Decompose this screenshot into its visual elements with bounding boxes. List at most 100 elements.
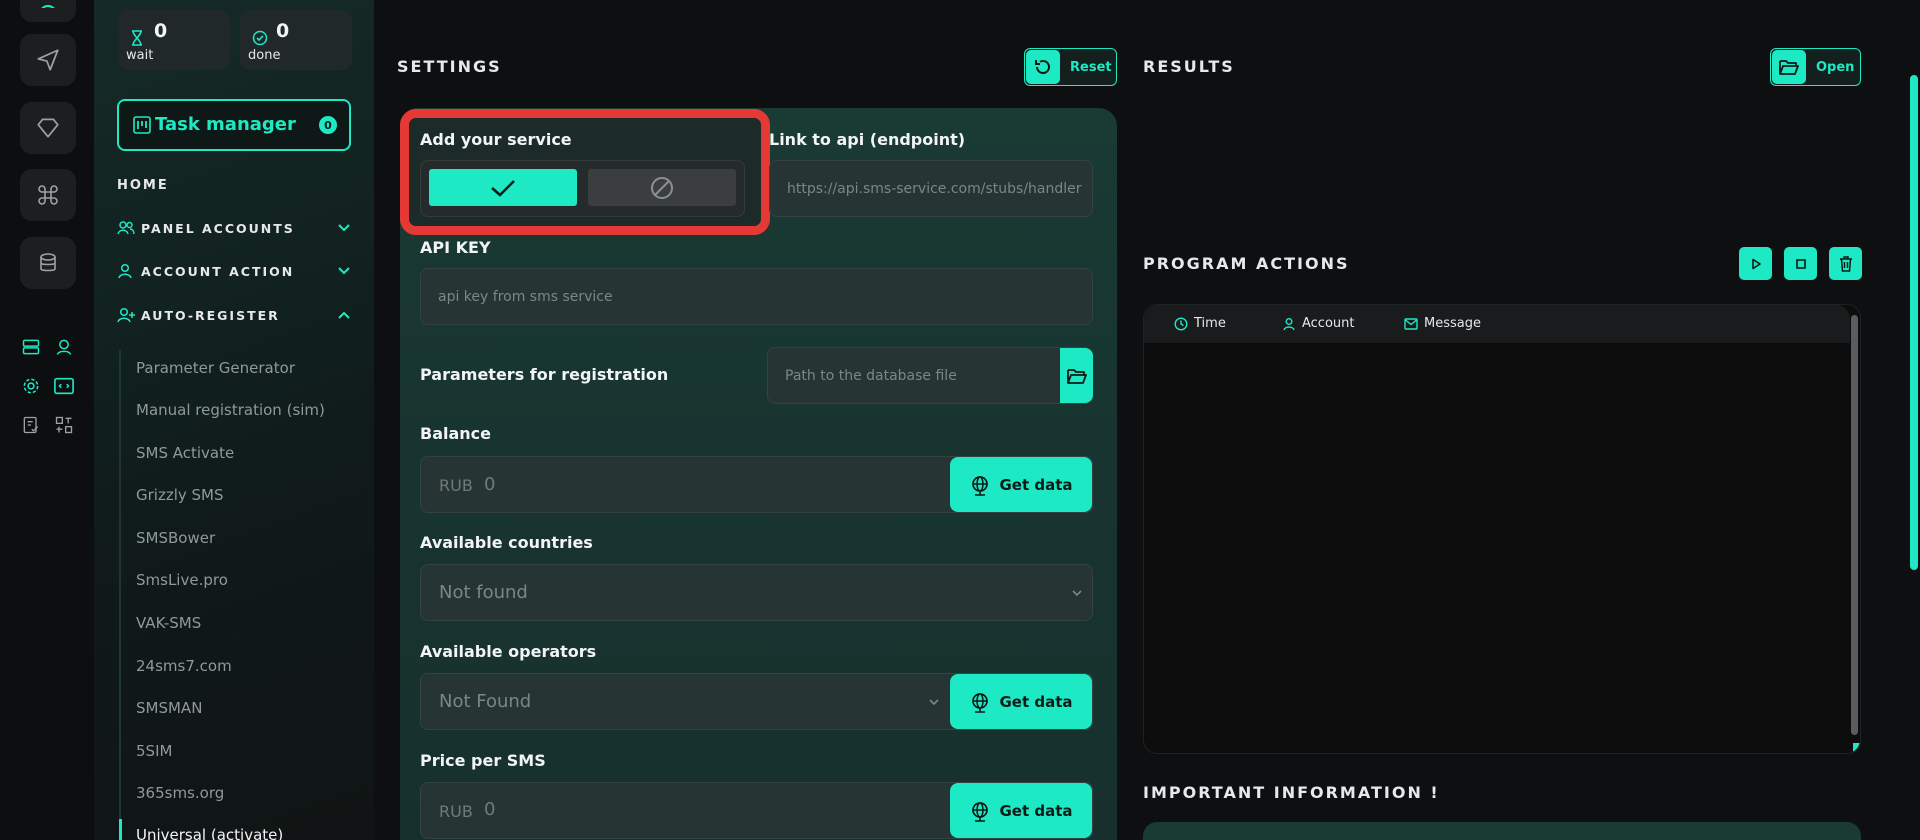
diamond-icon-button[interactable] bbox=[20, 102, 76, 154]
start-button[interactable] bbox=[1739, 247, 1772, 280]
countries-value: Not found bbox=[439, 582, 528, 603]
program-actions-title: PROGRAM ACTIONS bbox=[1143, 254, 1350, 273]
countries-label: Available countries bbox=[420, 533, 593, 552]
operators-label: Available operators bbox=[420, 642, 597, 661]
params-label: Parameters for registration bbox=[420, 365, 669, 384]
nav-panel-accounts[interactable]: PANEL ACCOUNTS bbox=[117, 219, 351, 239]
nav-item-smsman[interactable]: SMSMAN bbox=[136, 699, 202, 717]
sidebar: 0 wait 0 done Task manager 0 HOME PANEL … bbox=[94, 0, 374, 840]
task-count-badge: 0 bbox=[319, 116, 337, 134]
nav-auto-register[interactable]: AUTO-REGISTER bbox=[117, 306, 351, 326]
log-col-time-label: Time bbox=[1194, 316, 1226, 331]
api-key-placeholder: api key from sms service bbox=[438, 289, 613, 305]
get-operators-label: Get data bbox=[999, 692, 1073, 711]
send-icon bbox=[37, 49, 59, 71]
wait-counter: 0 wait bbox=[118, 10, 230, 70]
add-service-toggle bbox=[420, 160, 745, 217]
balance-currency: RUB bbox=[439, 476, 473, 495]
chevron-up-icon bbox=[337, 308, 351, 322]
get-price-button[interactable]: Get data bbox=[950, 783, 1092, 838]
api-link-placeholder: https://api.sms-service.com/stubs/handle… bbox=[787, 181, 1082, 197]
reset-label: Reset bbox=[1070, 59, 1112, 75]
nav-panel-accounts-label: PANEL ACCOUNTS bbox=[141, 221, 295, 236]
subnav-active-indicator bbox=[119, 819, 122, 840]
command-icon bbox=[38, 185, 58, 205]
nav-item-vak-sms[interactable]: VAK-SMS bbox=[136, 614, 201, 632]
user-icon bbox=[117, 263, 133, 279]
nav-account-action[interactable]: ACCOUNT ACTION bbox=[117, 262, 351, 282]
open-results-button[interactable]: Open bbox=[1770, 48, 1861, 86]
reset-icon bbox=[1026, 50, 1060, 84]
chevron-down-icon bbox=[929, 699, 939, 706]
database-icon bbox=[40, 253, 56, 272]
reset-button[interactable]: Reset bbox=[1024, 48, 1117, 86]
nav-item-24sms7[interactable]: 24sms7.com bbox=[136, 657, 232, 675]
nav-item-smsbower[interactable]: SMSBower bbox=[136, 529, 215, 547]
get-operators-button[interactable]: Get data bbox=[950, 674, 1092, 729]
code-window-icon[interactable] bbox=[52, 374, 76, 398]
done-count: 0 bbox=[276, 20, 290, 42]
nav-item-universal-activate[interactable]: Universal (activate) bbox=[136, 826, 283, 840]
get-price-label: Get data bbox=[999, 801, 1073, 820]
play-icon bbox=[1751, 258, 1761, 269]
profile-icon-button[interactable] bbox=[20, 0, 76, 22]
nav-item-parameter-generator[interactable]: Parameter Generator bbox=[136, 359, 295, 377]
balance-label: Balance bbox=[420, 424, 491, 443]
location-user-icon[interactable] bbox=[52, 335, 76, 359]
globe-icon bbox=[972, 692, 989, 713]
nav-home[interactable]: HOME bbox=[117, 178, 169, 193]
ban-icon bbox=[651, 176, 673, 199]
get-balance-button[interactable]: Get data bbox=[950, 457, 1092, 512]
nav-item-manual-registration[interactable]: Manual registration (sim) bbox=[136, 401, 325, 419]
toggle-enable-button[interactable] bbox=[429, 169, 577, 206]
nav-item-grizzly-sms[interactable]: Grizzly SMS bbox=[136, 486, 224, 504]
chevron-down-icon bbox=[337, 264, 351, 278]
nav-item-smslive-pro[interactable]: SmsLive.pro bbox=[136, 571, 228, 589]
log-scrollbar[interactable] bbox=[1851, 315, 1858, 735]
database-path-input[interactable]: Path to the database file bbox=[767, 347, 1093, 404]
user-plus-icon bbox=[117, 307, 135, 323]
balance-value: 0 bbox=[484, 474, 496, 495]
clock-icon bbox=[1174, 316, 1188, 331]
chevron-down-icon bbox=[1072, 590, 1082, 597]
send-icon-button[interactable] bbox=[20, 34, 76, 86]
action-log-panel: Time Account Message bbox=[1143, 304, 1861, 754]
server-list-icon[interactable] bbox=[19, 335, 43, 359]
api-key-label: API KEY bbox=[420, 238, 491, 257]
users-icon bbox=[117, 220, 135, 236]
toggle-disable-button[interactable] bbox=[588, 169, 736, 206]
nav-item-5sim[interactable]: 5SIM bbox=[136, 742, 172, 760]
folder-open-icon bbox=[1772, 50, 1806, 84]
operators-value: Not Found bbox=[439, 691, 532, 712]
log-header: Time Account Message bbox=[1144, 305, 1850, 343]
chevron-down-icon bbox=[337, 221, 351, 235]
page-scrollbar[interactable] bbox=[1910, 75, 1918, 570]
browse-folder-button[interactable] bbox=[1060, 348, 1093, 403]
clear-log-button[interactable] bbox=[1829, 247, 1862, 280]
link-label: Link to api (endpoint) bbox=[769, 130, 966, 149]
user-icon bbox=[1283, 317, 1295, 330]
resize-handle[interactable] bbox=[1853, 743, 1860, 752]
grid-apps-icon[interactable] bbox=[52, 413, 76, 437]
done-counter: 0 done bbox=[240, 10, 352, 70]
diamond-icon bbox=[37, 118, 59, 138]
api-key-input[interactable]: api key from sms service bbox=[420, 268, 1093, 325]
important-info-title: IMPORTANT INFORMATION ! bbox=[1143, 783, 1440, 802]
add-service-label: Add your service bbox=[420, 130, 572, 149]
profile-icon bbox=[41, 5, 55, 8]
open-label: Open bbox=[1816, 59, 1855, 75]
database-icon-button[interactable] bbox=[20, 237, 76, 289]
nav-item-sms-activate[interactable]: SMS Activate bbox=[136, 444, 234, 462]
settings-gear-icon[interactable] bbox=[19, 374, 43, 398]
log-col-account: Account bbox=[1282, 316, 1355, 331]
get-balance-label: Get data bbox=[999, 475, 1073, 494]
command-icon-button[interactable] bbox=[20, 169, 76, 221]
stop-button[interactable] bbox=[1784, 247, 1817, 280]
task-manager-button[interactable]: Task manager 0 bbox=[117, 99, 351, 151]
api-link-input[interactable]: https://api.sms-service.com/stubs/handle… bbox=[769, 160, 1093, 217]
nav-item-365sms[interactable]: 365sms.org bbox=[136, 784, 224, 802]
countries-select[interactable]: Not found bbox=[420, 564, 1093, 621]
icon-rail bbox=[0, 0, 94, 840]
task-list-icon[interactable] bbox=[19, 413, 43, 437]
trash-icon bbox=[1839, 255, 1852, 272]
